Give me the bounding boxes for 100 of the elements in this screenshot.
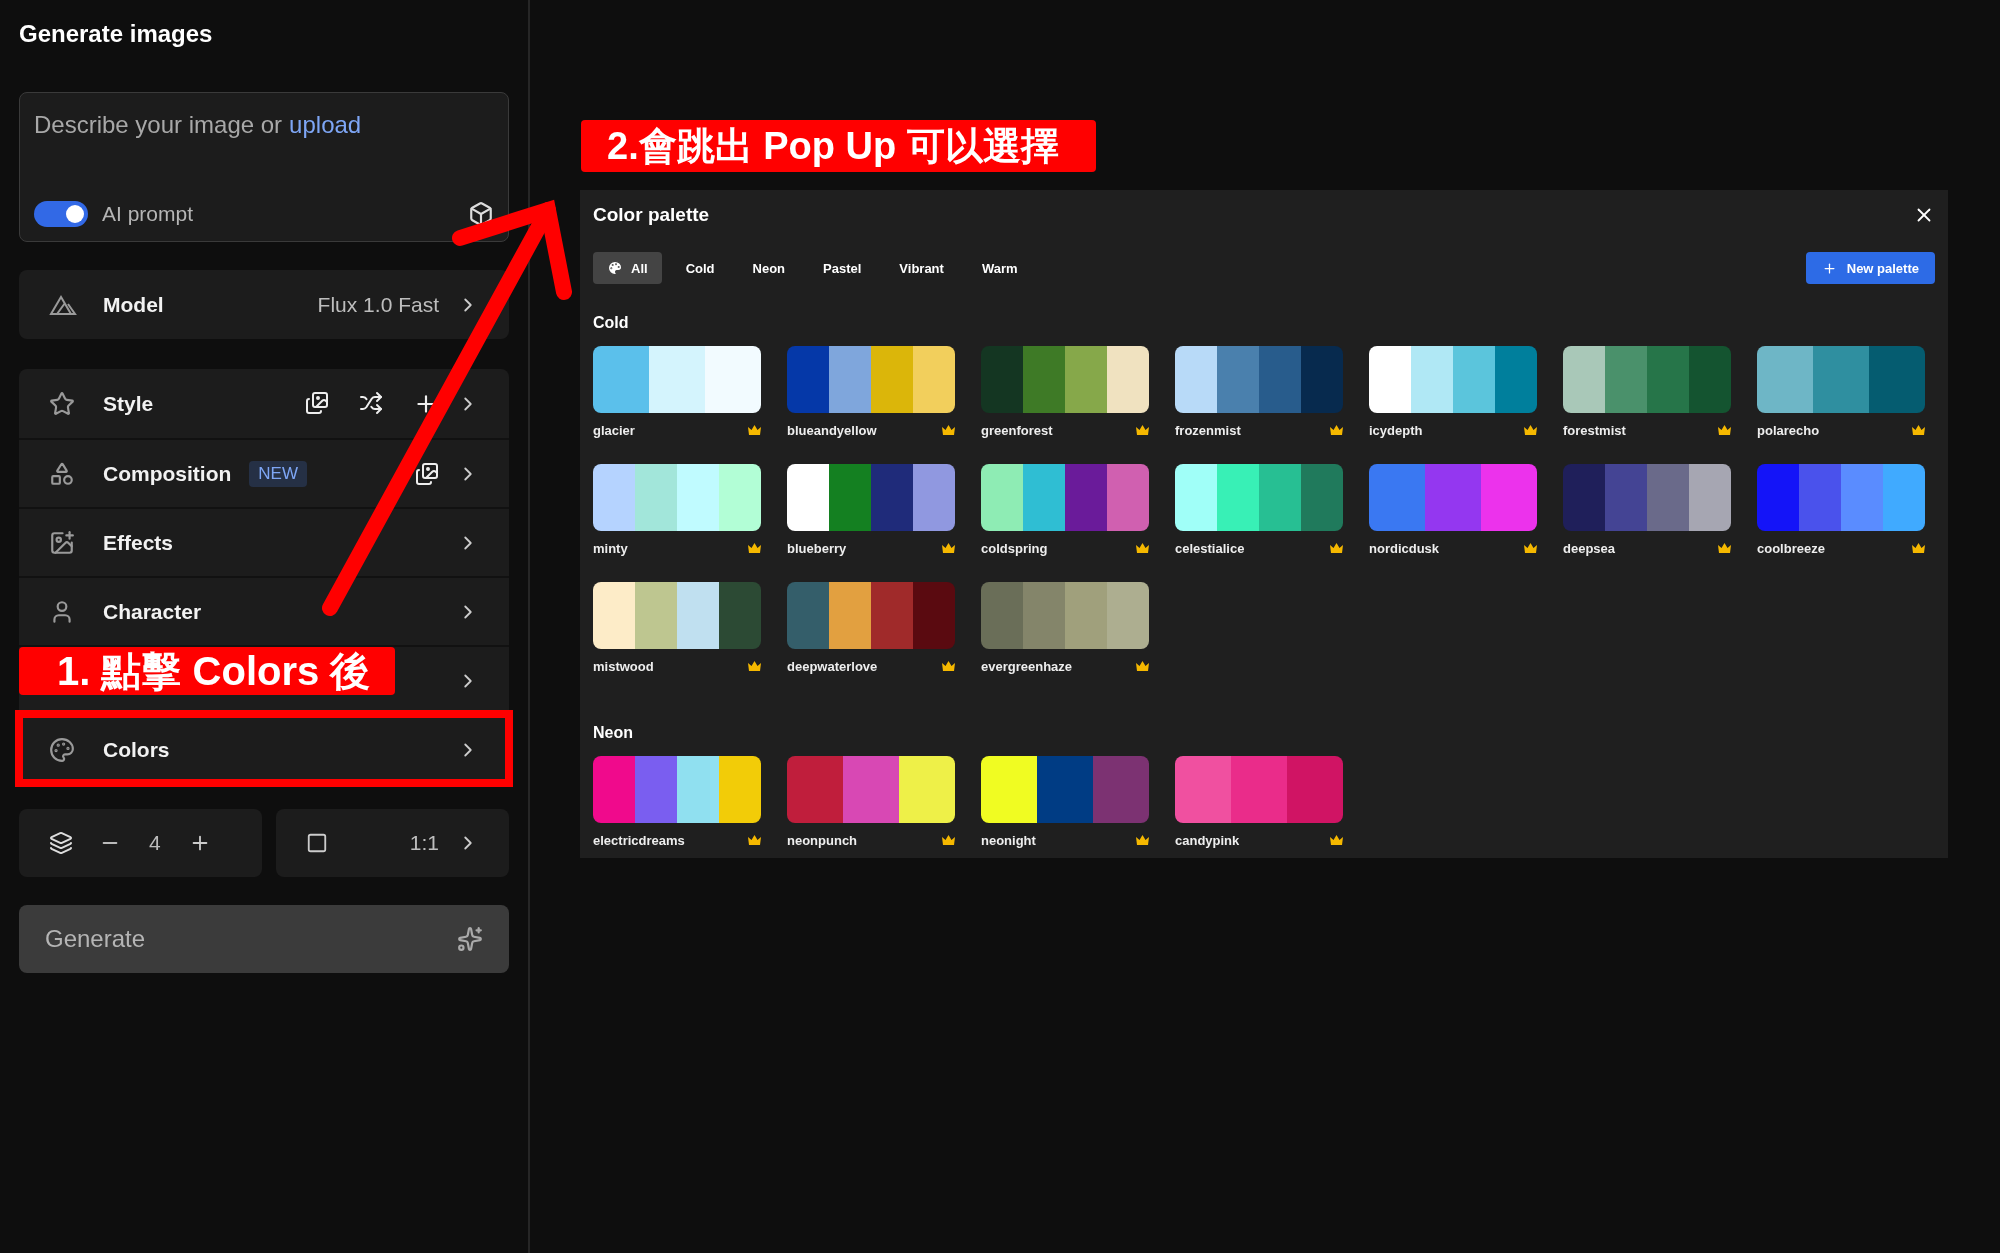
filter-tab[interactable]: Neon — [738, 252, 799, 284]
shuffle-icon[interactable] — [359, 390, 383, 415]
option-row[interactable]: Colors — [19, 714, 509, 783]
ratio-value: 1:1 — [409, 831, 439, 855]
crown-icon — [1912, 543, 1925, 554]
upload-link[interactable]: upload — [289, 111, 362, 139]
crown-icon — [1136, 835, 1149, 846]
palette-name: evergreenhaze — [981, 659, 1073, 674]
palette-swatch[interactable] — [593, 756, 761, 823]
crown-icon — [1330, 835, 1343, 846]
option-label: Style — [103, 391, 154, 416]
palette-name: mistwood — [593, 659, 654, 674]
palette-swatch[interactable] — [787, 582, 955, 649]
crown-icon — [1136, 661, 1149, 672]
palette-icon — [49, 736, 75, 763]
option-row[interactable]: Effects — [19, 507, 509, 576]
filter-tab[interactable]: Vibrant — [885, 252, 958, 284]
palette-name: neonpunch — [787, 833, 858, 848]
palette-icon — [607, 260, 623, 276]
count-value: 4 — [149, 831, 161, 855]
annotation-label: 2.會跳出 Pop Up 可以選擇 — [581, 120, 1096, 172]
star-icon — [49, 390, 75, 417]
new-badge: NEW — [249, 460, 307, 487]
filter-tab[interactable]: Cold — [671, 252, 729, 284]
placeholder-text: Describe your image or — [34, 111, 283, 139]
images-icon[interactable] — [415, 461, 439, 486]
palette-swatch[interactable] — [981, 756, 1149, 823]
palette-name: coolbreeze — [1757, 541, 1825, 556]
option-row[interactable]: Character — [19, 576, 509, 645]
palette-name: blueberry — [787, 541, 847, 556]
palette-name: neonight — [981, 833, 1036, 848]
palette-swatch[interactable] — [787, 756, 955, 823]
model-label: Model — [103, 292, 164, 317]
option-row[interactable]: Style — [19, 369, 509, 438]
crown-icon — [942, 425, 955, 436]
crown-icon — [1136, 543, 1149, 554]
crown-icon — [748, 661, 761, 672]
palette-swatch[interactable] — [593, 346, 761, 413]
model-value: Flux 1.0 Fast — [317, 292, 439, 317]
crown-icon — [748, 835, 761, 846]
palette-name: forestmist — [1563, 423, 1626, 438]
layers-icon — [49, 831, 73, 855]
dialog-title: Color palette — [593, 204, 710, 226]
palette-name: coldspring — [981, 541, 1048, 556]
palette-swatch[interactable] — [787, 464, 955, 531]
palette-swatch[interactable] — [1175, 346, 1343, 413]
palette-swatch[interactable] — [1175, 756, 1343, 823]
crown-icon — [1718, 425, 1731, 436]
prompt-field[interactable]: Describe your image or upload AI prompt — [19, 92, 509, 242]
crown-icon — [1524, 425, 1537, 436]
new-palette-button[interactable]: New palette — [1805, 252, 1935, 284]
palette-swatch[interactable] — [1563, 464, 1731, 531]
palette-swatch[interactable] — [981, 346, 1149, 413]
palette-name: greenforest — [981, 423, 1053, 438]
crown-icon — [748, 543, 761, 554]
filter-tab[interactable]: Pastel — [809, 252, 876, 284]
palette-name: minty — [593, 541, 628, 556]
option-label: Character — [103, 599, 202, 624]
palette-swatch[interactable] — [1369, 346, 1537, 413]
palette-swatch[interactable] — [1175, 464, 1343, 531]
crown-icon — [1912, 425, 1925, 436]
annotation-label: 1. 點擊 Colors 後 — [19, 647, 395, 695]
ai-prompt-toggle[interactable] — [34, 201, 88, 227]
generate-button[interactable]: Generate — [19, 905, 509, 973]
palette-swatch[interactable] — [1563, 346, 1731, 413]
option-label: Colors — [103, 737, 170, 762]
palette-name: glacier — [593, 423, 635, 438]
palette-name: nordicdusk — [1369, 541, 1440, 556]
image-icon — [49, 529, 75, 556]
palette-name: polarecho — [1757, 423, 1820, 438]
option-row[interactable]: Composition NEW — [19, 438, 509, 507]
page-title: Generate images — [19, 20, 214, 48]
crown-icon — [1136, 425, 1149, 436]
palette-name: candypink — [1175, 833, 1240, 848]
palette-swatch[interactable] — [981, 464, 1149, 531]
toggle-label: AI prompt — [102, 202, 194, 226]
palette-name: icydepth — [1369, 423, 1423, 438]
option-label: Effects — [103, 530, 174, 555]
crown-icon — [1718, 543, 1731, 554]
palette-swatch[interactable] — [1757, 464, 1925, 531]
plus-icon — [1821, 260, 1837, 276]
square-icon — [306, 832, 328, 854]
filter-tab[interactable]: Warm — [967, 252, 1032, 284]
palette-swatch[interactable] — [981, 582, 1149, 649]
palette-name: deepsea — [1563, 541, 1616, 556]
filter-tab[interactable]: All — [593, 252, 662, 284]
crown-icon — [942, 835, 955, 846]
palette-swatch[interactable] — [1757, 346, 1925, 413]
palette-name: celestialice — [1175, 541, 1245, 556]
palette-name: electricdreams — [593, 833, 685, 848]
palette-swatch[interactable] — [593, 464, 761, 531]
palette-name: frozenmist — [1175, 423, 1241, 438]
images-icon[interactable] — [305, 390, 329, 415]
crown-icon — [748, 425, 761, 436]
model-selector[interactable]: Model Flux 1.0 Fast — [19, 270, 509, 339]
ratio-selector[interactable]: 1:1 — [276, 809, 509, 877]
palette-swatch[interactable] — [593, 582, 761, 649]
palette-swatch[interactable] — [1369, 464, 1537, 531]
section-heading: Neon — [593, 724, 634, 742]
palette-swatch[interactable] — [787, 346, 955, 413]
